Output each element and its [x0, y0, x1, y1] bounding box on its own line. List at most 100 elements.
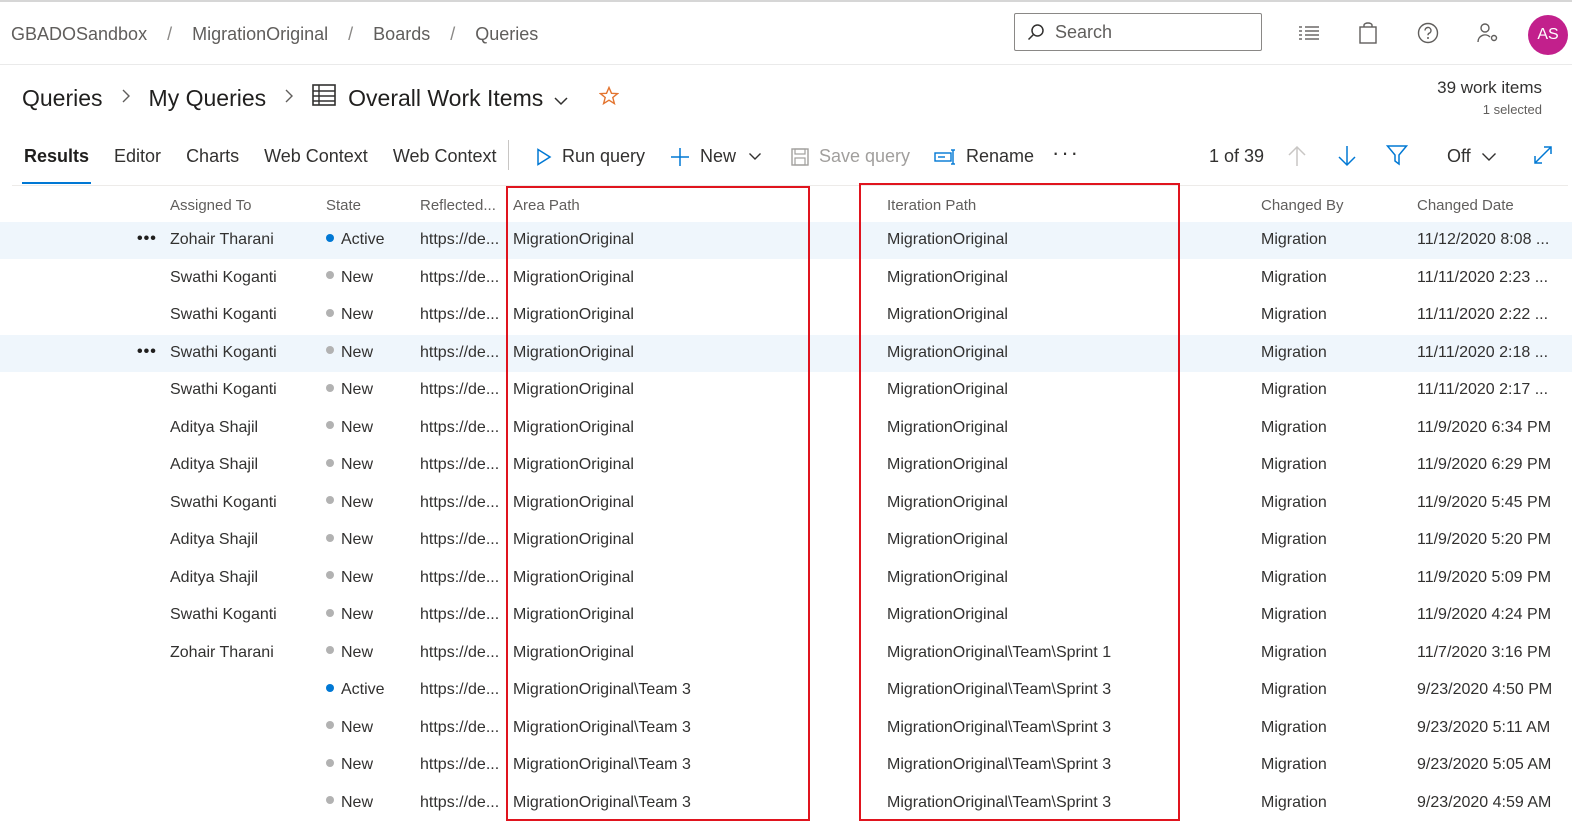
- tab-web-context-1[interactable]: Web Context: [264, 146, 368, 184]
- title-folder-link[interactable]: My Queries: [149, 85, 267, 112]
- status-dot-icon: [326, 346, 334, 355]
- table-row[interactable]: New https://de... MigrationOriginal\Team 3…: [0, 710, 1572, 747]
- cell-state: New: [326, 269, 373, 287]
- user-settings-icon[interactable]: [1476, 21, 1500, 45]
- table-row[interactable]: Aditya Shajil New https://de... MigrationOr…: [0, 447, 1572, 484]
- state-label: New: [341, 756, 374, 773]
- table-row[interactable]: ••• Swathi Koganti New https://de... Migrati…: [0, 334, 1572, 372]
- column-header-state[interactable]: State: [326, 197, 361, 214]
- shopping-bag-icon[interactable]: [1356, 21, 1380, 45]
- tab-editor[interactable]: Editor: [114, 146, 161, 184]
- more-actions-icon[interactable]: ···: [1052, 140, 1080, 166]
- column-header-reflected[interactable]: Reflected...: [420, 197, 496, 214]
- tab-charts[interactable]: Charts: [186, 146, 239, 184]
- cell-state: New: [326, 344, 373, 362]
- fullscreen-icon[interactable]: [1532, 144, 1554, 171]
- list-icon[interactable]: [1297, 21, 1321, 45]
- cell-changed-by: Migration: [1261, 793, 1327, 811]
- run-query-button[interactable]: Run query: [536, 146, 645, 167]
- status-dot-icon: [326, 646, 334, 655]
- cell-changed-date: 9/23/2020 4:59 AM: [1417, 793, 1552, 811]
- breadcrumb-queries[interactable]: Queries: [475, 24, 538, 45]
- cell-changed-by: Migration: [1261, 606, 1327, 623]
- column-header-changed-by[interactable]: Changed By: [1261, 197, 1344, 214]
- status-dot-icon: [326, 608, 334, 617]
- new-label: New: [700, 146, 737, 166]
- state-label: Active: [341, 681, 385, 698]
- rename-button[interactable]: Rename: [934, 146, 1034, 167]
- breadcrumb-boards[interactable]: Boards: [373, 24, 430, 45]
- cell-state: New: [326, 719, 373, 737]
- cell-area-path: MigrationOriginal: [513, 493, 634, 511]
- table-row[interactable]: Swathi Koganti New https://de... MigrationO…: [0, 297, 1572, 334]
- row-more-icon[interactable]: •••: [137, 230, 157, 248]
- cell-assigned-to: Aditya Shajil: [170, 418, 259, 436]
- cell-assigned-to: Aditya Shajil: [170, 568, 259, 586]
- table-row[interactable]: Active https://de... MigrationOriginal\Tea…: [0, 672, 1572, 709]
- cell-area-path: MigrationOriginal: [513, 531, 634, 548]
- work-item-selected: 1 selected: [1482, 102, 1542, 117]
- cell-state: Active: [326, 681, 385, 699]
- cell-iteration-path: MigrationOriginal\Team\Sprint 3: [887, 756, 1112, 773]
- cell-assigned-to: Swathi Koganti: [170, 381, 277, 398]
- table-row[interactable]: Swathi Koganti New https://de... MigrationO…: [0, 597, 1572, 634]
- cell-assigned-to: Swathi Koganti: [170, 343, 277, 361]
- column-header-iteration-path[interactable]: Iteration Path: [887, 197, 976, 214]
- column-header-assigned-to[interactable]: Assigned To: [170, 197, 251, 214]
- state-label: New: [341, 306, 374, 323]
- breadcrumb-project[interactable]: MigrationOriginal: [192, 24, 328, 45]
- cell-iteration-path: MigrationOriginal: [887, 568, 1008, 586]
- favorite-star-icon[interactable]: [598, 85, 620, 112]
- cell-reflected: https://de...: [420, 568, 500, 586]
- cell-iteration-path: MigrationOriginal: [887, 343, 1008, 361]
- chevron-down-icon: [749, 153, 762, 160]
- chevron-down-icon[interactable]: [553, 85, 569, 112]
- tab-web-context-2[interactable]: Web Context: [393, 146, 497, 184]
- search-box[interactable]: Search: [1014, 13, 1262, 51]
- cell-changed-by: Migration: [1261, 718, 1327, 736]
- cell-reflected: https://de...: [420, 418, 500, 436]
- play-icon: [537, 147, 552, 166]
- help-icon[interactable]: [1416, 21, 1440, 45]
- arrow-up-icon[interactable]: [1287, 144, 1307, 173]
- title-queries-link[interactable]: Queries: [22, 85, 103, 112]
- new-button[interactable]: New: [670, 146, 762, 167]
- save-query-button[interactable]: Save query: [791, 146, 910, 167]
- cell-area-path: MigrationOriginal\Team 3: [513, 793, 691, 811]
- table-row[interactable]: Aditya Shajil New https://de... MigrationOr…: [0, 522, 1572, 559]
- table-row[interactable]: Zohair Tharani New https://de... MigrationO…: [0, 635, 1572, 672]
- cell-changed-date: 11/7/2020 3:16 PM: [1417, 643, 1552, 661]
- cell-reflected: https://de...: [420, 531, 500, 548]
- filter-icon[interactable]: [1385, 144, 1409, 171]
- state-label: New: [341, 793, 374, 811]
- table-row[interactable]: ••• Zohair Tharani Active https://de... Migr…: [0, 222, 1572, 259]
- column-header-area-path[interactable]: Area Path: [513, 197, 580, 214]
- breadcrumb-organization[interactable]: GBADOSandbox: [11, 24, 147, 45]
- cell-iteration-path: MigrationOriginal: [887, 418, 1008, 436]
- table-row[interactable]: Aditya Shajil New https://de... MigrationOr…: [0, 410, 1572, 447]
- filter-toggle-dropdown[interactable]: Off: [1447, 146, 1497, 167]
- table-row[interactable]: Aditya Shajil New https://de... MigrationOr…: [0, 560, 1572, 597]
- cell-state: Active: [326, 231, 385, 249]
- tab-results[interactable]: Results: [21, 146, 92, 184]
- cell-iteration-path: MigrationOriginal: [887, 231, 1008, 248]
- table-row[interactable]: New https://de... MigrationOriginal\Team 3…: [0, 785, 1572, 822]
- cell-iteration-path: MigrationOriginal: [887, 531, 1008, 548]
- column-header-changed-date[interactable]: Changed Date: [1417, 197, 1514, 214]
- avatar[interactable]: AS: [1528, 15, 1568, 55]
- cell-assigned-to: Swathi Koganti: [170, 306, 277, 323]
- cell-state: New: [326, 606, 373, 624]
- table-row[interactable]: Swathi Koganti New https://de... MigrationO…: [0, 485, 1572, 522]
- table-row[interactable]: New https://de... MigrationOriginal\Team 3…: [0, 747, 1572, 784]
- state-label: New: [341, 456, 374, 473]
- cell-assigned-to: Aditya Shajil: [170, 531, 259, 548]
- cell-changed-by: Migration: [1261, 268, 1327, 286]
- table-row[interactable]: Swathi Koganti New https://de... MigrationO…: [0, 372, 1572, 409]
- row-more-icon[interactable]: •••: [137, 343, 157, 361]
- arrow-down-icon[interactable]: [1337, 144, 1357, 173]
- cell-iteration-path: MigrationOriginal\Team\Sprint 1: [887, 643, 1112, 661]
- status-dot-icon: [326, 421, 334, 430]
- cell-assigned-to: Swathi Koganti: [170, 268, 277, 286]
- table-row[interactable]: Swathi Koganti New https://de... MigrationO…: [0, 260, 1572, 297]
- cell-reflected: https://de...: [420, 381, 500, 398]
